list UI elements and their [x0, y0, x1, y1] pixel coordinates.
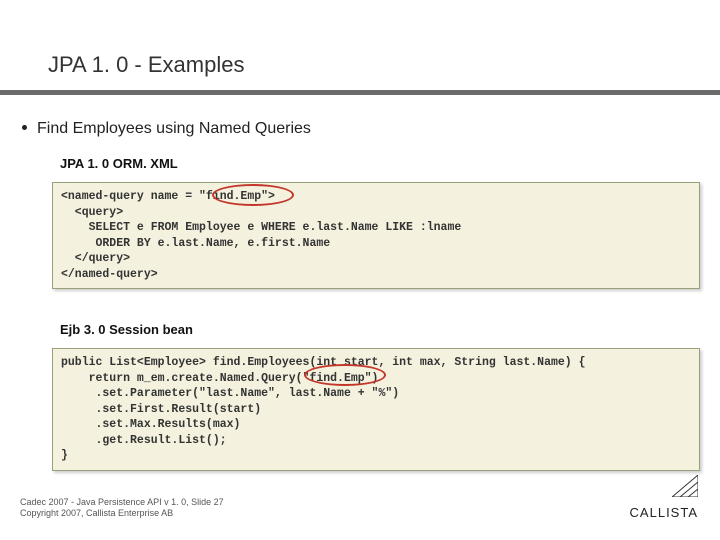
- bullet-text: Find Employees using Named Queries: [37, 120, 311, 137]
- slide-footer: Cadec 2007 - Java Persistence API v 1. 0…: [20, 497, 224, 520]
- slide-title: JPA 1. 0 - Examples: [48, 52, 244, 78]
- code-block-orm-xml: <named-query name = "find.Emp"> <query> …: [52, 182, 700, 289]
- bullet-item: Find Employees using Named Queries: [22, 120, 311, 138]
- logo-text: CALLISTA: [630, 505, 698, 520]
- company-logo: CALLISTA: [630, 475, 698, 522]
- footer-line-1: Cadec 2007 - Java Persistence API v 1. 0…: [20, 497, 224, 509]
- highlight-ellipse-icon: [212, 184, 294, 206]
- footer-line-2: Copyright 2007, Callista Enterprise AB: [20, 508, 224, 520]
- code2-heading: Ejb 3. 0 Session bean: [60, 322, 193, 337]
- logo-triangle-icon: [672, 475, 698, 502]
- highlight-ellipse-icon: [304, 364, 386, 386]
- title-divider: [0, 90, 720, 95]
- code1-heading: JPA 1. 0 ORM. XML: [60, 156, 178, 171]
- code-block-session-bean: public List<Employee> find.Employees(int…: [52, 348, 700, 471]
- bullet-dot-icon: [22, 125, 27, 130]
